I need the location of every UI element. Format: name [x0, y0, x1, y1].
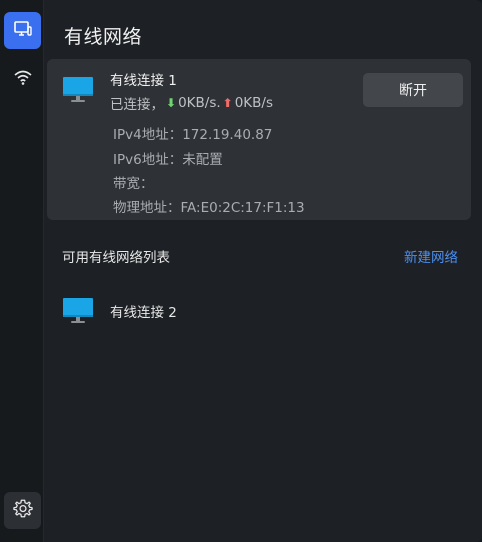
- rail-wireless-button[interactable]: [4, 60, 41, 97]
- disconnect-button[interactable]: 断开: [363, 73, 463, 107]
- rail-wired-button[interactable]: [4, 12, 41, 49]
- bandwidth: 带宽：: [113, 176, 154, 192]
- upload-speed: 0KB/s: [234, 95, 273, 111]
- connection-status: 已连接， ⬇ 0KB/s. ⬆ 0KB/s: [110, 93, 273, 113]
- gear-icon: [12, 498, 34, 524]
- wifi-icon: [13, 68, 33, 90]
- download-speed: 0KB/s.: [178, 95, 221, 111]
- left-rail: [0, 0, 44, 542]
- network-window: 有线网络 有线连接 1 已连接， ⬇ 0KB/s. ⬆ 0KB/s 断开 IPv…: [0, 0, 482, 542]
- new-network-link[interactable]: 新建网络: [404, 246, 458, 266]
- wired-network-icon: [13, 19, 33, 43]
- current-connection-card: 有线连接 1 已连接， ⬇ 0KB/s. ⬆ 0KB/s 断开 IPv4地址：1…: [47, 59, 471, 220]
- upload-arrow-icon: ⬆: [222, 96, 233, 110]
- download-arrow-icon: ⬇: [166, 96, 177, 110]
- status-text: 已连接，: [110, 97, 164, 113]
- ipv4-address: IPv4地址：172.19.40.87: [113, 127, 273, 143]
- connection-name: 有线连接 1: [110, 73, 177, 89]
- main-panel: 有线网络 有线连接 1 已连接， ⬇ 0KB/s. ⬆ 0KB/s 断开 IPv…: [45, 0, 482, 542]
- settings-button[interactable]: [4, 492, 41, 529]
- ipv6-address: IPv6地址：未配置: [113, 152, 223, 168]
- available-list-header: 可用有线网络列表: [62, 250, 170, 266]
- monitor-icon: [62, 297, 94, 325]
- list-item-label: 有线连接 2: [110, 305, 177, 321]
- page-title: 有线网络: [64, 26, 143, 48]
- monitor-icon: [62, 76, 94, 104]
- mac-address: 物理地址：FA:E0:2C:17:F1:13: [113, 200, 305, 216]
- list-item[interactable]: 有线连接 2: [47, 287, 471, 331]
